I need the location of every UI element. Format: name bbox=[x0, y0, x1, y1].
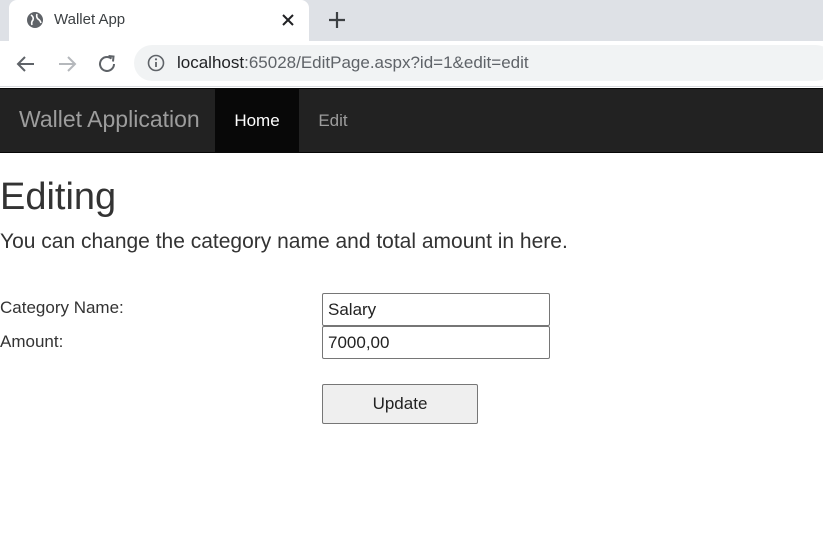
page-title: Editing bbox=[0, 176, 117, 218]
nav-item-edit[interactable]: Edit bbox=[299, 89, 367, 152]
plus-icon[interactable] bbox=[326, 9, 348, 31]
site-navbar: Wallet Application Home Edit bbox=[0, 88, 823, 153]
info-icon[interactable] bbox=[147, 54, 165, 72]
globe-icon bbox=[27, 12, 43, 28]
browser-tab[interactable]: Wallet App bbox=[9, 0, 309, 41]
amount-input[interactable] bbox=[322, 326, 550, 359]
category-name-input[interactable] bbox=[322, 293, 550, 326]
browser-toolbar: localhost:65028/EditPage.aspx?id=1&edit=… bbox=[0, 41, 823, 87]
browser-tabstrip: Wallet App bbox=[0, 0, 823, 41]
forward-arrow-icon[interactable] bbox=[55, 52, 79, 76]
url-text: localhost:65028/EditPage.aspx?id=1&edit=… bbox=[177, 53, 529, 73]
update-button[interactable]: Update bbox=[322, 384, 478, 424]
brand-link[interactable]: Wallet Application bbox=[19, 106, 200, 133]
category-name-label: Category Name: bbox=[0, 298, 124, 317]
amount-label: Amount: bbox=[0, 332, 64, 351]
url-path: :65028/EditPage.aspx?id=1&edit=edit bbox=[244, 53, 529, 72]
nav-item-home[interactable]: Home bbox=[215, 89, 299, 152]
url-host: localhost bbox=[177, 53, 245, 72]
page-subtitle: You can change the category name and tot… bbox=[0, 230, 568, 253]
address-bar[interactable]: localhost:65028/EditPage.aspx?id=1&edit=… bbox=[134, 45, 823, 81]
back-arrow-icon[interactable] bbox=[14, 52, 38, 76]
close-icon[interactable] bbox=[279, 11, 297, 29]
tab-title: Wallet App bbox=[54, 11, 126, 28]
reload-icon[interactable] bbox=[95, 52, 119, 76]
